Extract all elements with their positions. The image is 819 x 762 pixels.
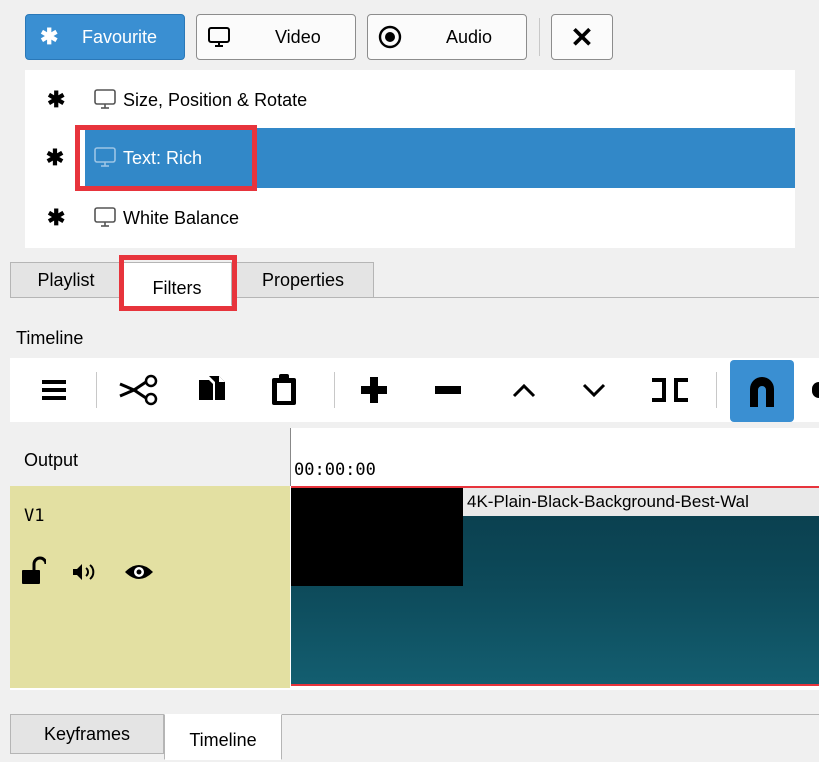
- remove-button[interactable]: [428, 362, 468, 418]
- toolbar-separator: [334, 372, 335, 408]
- output-label: Output: [24, 450, 79, 470]
- append-button[interactable]: [354, 362, 394, 418]
- tab-timeline[interactable]: Timeline: [164, 714, 282, 760]
- timeline-title: Timeline: [16, 328, 84, 348]
- favourite-label: Favourite: [82, 26, 158, 47]
- magnet-icon: [750, 377, 774, 407]
- video-button[interactable]: Video: [196, 14, 356, 60]
- star-icon: ✱: [40, 24, 59, 49]
- split-button[interactable]: [648, 362, 692, 418]
- minus-icon: [435, 386, 461, 394]
- cut-button[interactable]: [118, 362, 162, 418]
- timecode-label: 00:00:00: [294, 460, 376, 480]
- paste-button[interactable]: [264, 362, 304, 418]
- monitor-icon: [94, 207, 116, 227]
- filter-item-size-position-rotate[interactable]: ✱ Size, Position & Rotate: [25, 70, 795, 130]
- speaker-icon: [378, 25, 402, 49]
- monitor-icon: [94, 89, 116, 109]
- favourite-star-icon[interactable]: ✱: [47, 205, 65, 231]
- ripple-icon[interactable]: [812, 382, 819, 398]
- clip-name: 4K-Plain-Black-Background-Best-Wal: [467, 492, 749, 511]
- plus-icon: [361, 377, 387, 403]
- eye-icon[interactable]: [124, 562, 154, 582]
- close-filter-button[interactable]: ✕: [551, 14, 613, 60]
- monitor-icon: [208, 27, 230, 47]
- clip-thumbnail: [291, 488, 463, 586]
- filter-item-white-balance[interactable]: ✱ White Balance: [25, 188, 795, 248]
- toolbar-separator: [716, 372, 717, 408]
- menu-button[interactable]: [34, 362, 74, 418]
- filter-name: Size, Position & Rotate: [123, 89, 308, 110]
- favourite-star-icon[interactable]: ✱: [47, 87, 65, 113]
- split-icon: [652, 378, 688, 402]
- video-label: Video: [275, 26, 321, 47]
- lift-button[interactable]: [504, 362, 544, 418]
- scissors-icon: [119, 374, 158, 406]
- chevron-up-icon: [512, 383, 536, 398]
- highlight-box-filters-tab: [119, 255, 237, 311]
- toolbar-separator: [96, 372, 97, 408]
- track-header-v1[interactable]: [10, 486, 290, 688]
- highlight-box-text-rich: [75, 125, 257, 191]
- chevron-down-icon: [582, 383, 606, 398]
- toolbar-separator: [539, 18, 540, 56]
- audio-button[interactable]: Audio: [367, 14, 527, 60]
- copy-button[interactable]: [192, 362, 232, 418]
- copy-icon: [199, 376, 225, 400]
- tab-properties[interactable]: Properties: [232, 262, 374, 298]
- filter-name: White Balance: [123, 207, 240, 228]
- hamburger-icon: [42, 380, 66, 400]
- close-icon: ✕: [570, 21, 594, 53]
- overwrite-button[interactable]: [574, 362, 614, 418]
- audio-label: Audio: [446, 26, 493, 47]
- track-name: V1: [24, 506, 45, 526]
- lock-open-icon[interactable]: [20, 556, 46, 586]
- tab-keyframes[interactable]: Keyframes: [10, 714, 164, 754]
- snap-button[interactable]: [730, 360, 794, 422]
- clip-name-bar: 4K-Plain-Black-Background-Best-Wal: [463, 488, 819, 516]
- favourite-button[interactable]: ✱ Favourite: [25, 14, 185, 60]
- audio-mute-icon[interactable]: [72, 562, 98, 582]
- clipboard-icon: [272, 374, 296, 405]
- tab-playlist[interactable]: Playlist: [10, 262, 122, 298]
- ruler-tick: [290, 440, 291, 488]
